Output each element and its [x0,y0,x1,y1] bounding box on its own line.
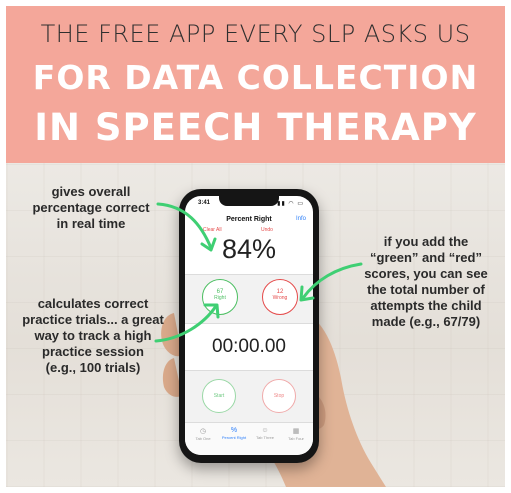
banner-line-2: FOR DATA COLLECTION [32,58,479,97]
phone-notch [219,196,279,206]
undo-button[interactable]: Undo [261,227,273,233]
signal-wifi-battery-icon: ▮▮ ◠ ▭ [277,201,304,207]
counter-row: 67 Right 12 Wrong [185,274,313,324]
status-bar: 3:41 ▮▮ ◠ ▭ [185,196,313,210]
timer-display: 00:00.00 [212,336,286,357]
tab-four[interactable]: ▦ Tab Four [281,427,311,441]
right-counter-button[interactable]: 67 Right [202,279,238,315]
annotation-bottom-left: calculates correct practice trials... a … [8,296,178,376]
tab-one[interactable]: ◷ Tab One [188,427,218,441]
clock-icon: ◷ [199,428,207,435]
annotation-line: “green” and “red” [370,250,482,265]
right-label: Right [214,295,226,301]
annotation-line: practice trials... a great [22,312,164,327]
title-banner: THE FREE APP EVERY SLP ASKS US FOR DATA … [6,6,505,163]
banner-line-3: IN SPEECH THERAPY [34,106,477,149]
annotation-top-left: gives overall percentage correct in real… [16,184,166,232]
annotation-line: calculates correct [37,296,149,311]
tab-label: Tab Four [288,436,304,441]
timer-controls: Start Stop [185,370,313,423]
banner-line-1: THE FREE APP EVERY SLP ASKS US [40,20,471,48]
info-link[interactable]: Info [296,216,306,222]
annotation-line: way to track a high [34,328,152,343]
person-icon: ☺ [261,427,269,434]
tab-label: Tab Three [256,435,274,440]
wrong-counter-button[interactable]: 12 Wrong [262,279,298,315]
stop-button[interactable]: Stop [262,379,296,413]
tab-label: Tab One [195,436,211,441]
tab-three[interactable]: ☺ Tab Three [250,427,280,440]
infographic: THE FREE APP EVERY SLP ASKS US FOR DATA … [6,6,505,487]
tab-bar: ◷ Tab One % Percent Right ☺ Tab Three ▦ Tab … [185,422,313,455]
percent-icon: % [230,427,238,434]
annotation-line: practice session [42,344,144,359]
phone: 3:41 ▮▮ ◠ ▭ Percent Right Info Clear All… [179,189,319,463]
wrong-label: Wrong [272,295,288,301]
annotation-line: (e.g., 100 trials) [45,360,141,375]
clear-all-button[interactable]: Clear All [203,227,222,233]
annotation-line: percentage correct [32,200,150,215]
phone-screen: 3:41 ▮▮ ◠ ▭ Percent Right Info Clear All… [185,196,313,455]
annotation-line: made (e.g., 67/79) [371,314,481,329]
annotation-line: scores, you can see [364,266,488,281]
percent-display: 84% [221,234,277,264]
status-clock: 3:41 [198,200,211,206]
tab-label: Percent Right [221,435,247,440]
tab-percent-right[interactable]: % Percent Right [219,427,249,440]
annotation-line: in real time [56,216,126,231]
start-button[interactable]: Start [202,379,236,413]
annotation-right: if you add the “green” and “red” scores,… [351,234,501,330]
grid-icon: ▦ [292,428,300,435]
annotation-line: the total number of [367,282,485,297]
annotation-line: attempts the child [370,298,482,313]
annotation-line: if you add the [383,234,469,249]
screen-title: Percent Right [226,216,272,223]
annotation-line: gives overall [51,184,131,199]
